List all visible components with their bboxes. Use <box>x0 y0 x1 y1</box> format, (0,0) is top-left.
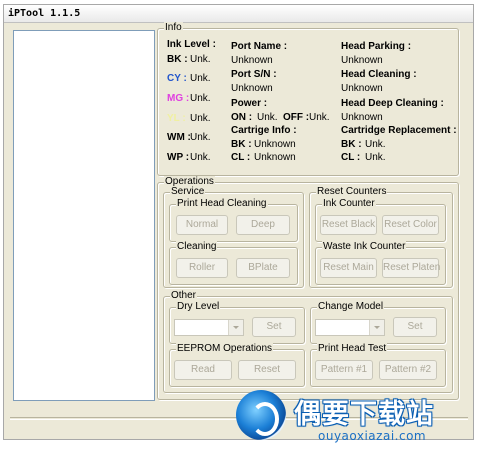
power-off-value: Unk. <box>309 112 330 123</box>
pattern-2-button[interactable]: Pattern #2 <box>379 360 437 380</box>
ink-level-label: Ink Level : <box>167 39 216 50</box>
change-model-label: Change Model <box>317 301 385 313</box>
print-head-cleaning-group: Print Head Cleaning Normal Deep <box>169 198 298 242</box>
ink-counter-group: Ink Counter Reset Black Reset Color <box>315 198 446 242</box>
power-label: Power : <box>231 98 268 109</box>
cartridge-replacement-cl-label: CL : <box>341 152 361 163</box>
normal-cleaning-button[interactable]: Normal <box>176 215 228 235</box>
device-list[interactable] <box>13 30 155 401</box>
ink-counter-label: Ink Counter <box>322 198 376 210</box>
cartrige-bk-label: BK : <box>231 139 252 150</box>
reset-counters-group-label: Reset Counters <box>316 186 388 198</box>
waste-ink-counter-label: Waste Ink Counter <box>322 241 407 253</box>
cartridge-replacement-bk-label: BK : <box>341 139 362 150</box>
cartridge-replacement-bk-value: Unk. <box>365 139 386 150</box>
reset-black-button[interactable]: Reset Black <box>320 215 377 235</box>
dry-level-set-button[interactable]: Set <box>252 317 296 337</box>
cartridge-replacement-label: Cartridge Replacement : <box>341 125 457 136</box>
print-head-test-group: Print Head Test Pattern #1 Pattern #2 <box>310 343 446 387</box>
power-on-label: ON : <box>231 112 253 123</box>
waste-ink-counter-group: Waste Ink Counter Reset Main Reset Plate… <box>315 241 446 285</box>
ink-cy-value: Unk. <box>190 73 211 84</box>
head-cleaning-value: Unknown <box>341 83 383 94</box>
info-group-label: Info <box>164 22 183 34</box>
reset-counters-group: Reset Counters Ink Counter Reset Black R… <box>309 186 453 288</box>
pattern-1-button[interactable]: Pattern #1 <box>315 360 373 380</box>
cleaning-group-label: Cleaning <box>176 241 218 253</box>
ink-yl-label: YL : <box>167 113 186 124</box>
head-deep-cleaning-value: Unknown <box>341 112 383 123</box>
main-window: iPTool 1.1.5 Info Ink Level : BK : Unk. … <box>3 4 474 440</box>
port-name-label: Port Name : <box>231 41 288 52</box>
head-parking-label: Head Parking : <box>341 41 412 52</box>
window-title: iPTool 1.1.5 <box>8 8 81 19</box>
chevron-down-icon[interactable] <box>228 320 243 335</box>
power-off-label: OFF : <box>283 112 310 123</box>
dry-level-group: Dry Level Set <box>169 301 305 344</box>
head-deep-cleaning-label: Head Deep Cleaning : <box>341 98 444 109</box>
ink-mg-value: Unk. <box>190 93 211 104</box>
head-cleaning-label: Head Cleaning : <box>341 69 417 80</box>
change-model-set-button[interactable]: Set <box>393 317 437 337</box>
port-sn-value: Unknown <box>231 83 273 94</box>
ink-bk-value: Unk. <box>190 54 211 65</box>
ink-wm-label: WM : <box>167 132 191 143</box>
roller-cleaning-button[interactable]: Roller <box>176 258 228 278</box>
ink-wm-value: Unk. <box>190 132 211 143</box>
other-group: Other Dry Level Set Change Model Set EEP… <box>163 290 453 393</box>
info-group: Info Ink Level : BK : Unk. CY : Unk. MG … <box>157 22 459 176</box>
cleaning-group: Cleaning Roller BPlate <box>169 241 298 285</box>
change-model-select[interactable] <box>315 319 385 336</box>
deep-cleaning-button[interactable]: Deep <box>236 215 290 235</box>
service-group: Service Print Head Cleaning Normal Deep … <box>163 186 304 288</box>
cartrige-cl-label: CL : <box>231 152 251 163</box>
ink-wp-value: Unk. <box>190 152 211 163</box>
ink-yl-value: Unk. <box>190 113 211 124</box>
power-on-value: Unk. <box>257 112 278 123</box>
cartrige-info-label: Cartrige Info : <box>231 125 297 136</box>
cartridge-replacement-cl-value: Unk. <box>365 152 386 163</box>
ink-cy-label: CY : <box>167 73 187 84</box>
reset-platen-button[interactable]: Reset Platen <box>382 258 440 278</box>
print-head-test-label: Print Head Test <box>317 343 388 355</box>
eeprom-read-button[interactable]: Read <box>174 360 232 380</box>
watermark-logo-icon <box>236 390 286 440</box>
bplate-cleaning-button[interactable]: BPlate <box>236 258 290 278</box>
head-parking-value: Unknown <box>341 55 383 66</box>
ink-mg-label: MG : <box>167 93 190 104</box>
watermark-title: 偶要下载站 <box>294 399 434 430</box>
eeprom-reset-button[interactable]: Reset <box>238 360 296 380</box>
eeprom-operations-group: EEPROM Operations Read Reset <box>169 343 305 387</box>
watermark-url: ouyaoxiazai.com <box>318 429 427 443</box>
title-bar[interactable]: iPTool 1.1.5 <box>4 5 473 23</box>
operations-group: Operations Service Print Head Cleaning N… <box>157 176 459 400</box>
change-model-group: Change Model Set <box>310 301 446 344</box>
ink-wp-label: WP : <box>167 152 190 163</box>
cartrige-bk-value: Unknown <box>254 139 296 150</box>
port-name-value: Unknown <box>231 55 273 66</box>
dry-level-label: Dry Level <box>176 301 221 313</box>
dry-level-select[interactable] <box>174 319 244 336</box>
eeprom-operations-label: EEPROM Operations <box>176 343 274 355</box>
ink-bk-label: BK : <box>167 54 188 65</box>
watermark: 偶要下载站 ouyaoxiazai.com <box>232 388 478 446</box>
port-sn-label: Port S/N : <box>231 69 277 80</box>
reset-color-button[interactable]: Reset Color <box>382 215 439 235</box>
chevron-down-icon[interactable] <box>369 320 384 335</box>
cartrige-cl-value: Unknown <box>254 152 296 163</box>
print-head-cleaning-label: Print Head Cleaning <box>176 198 268 210</box>
service-group-label: Service <box>170 186 206 198</box>
reset-main-button[interactable]: Reset Main <box>320 258 377 278</box>
